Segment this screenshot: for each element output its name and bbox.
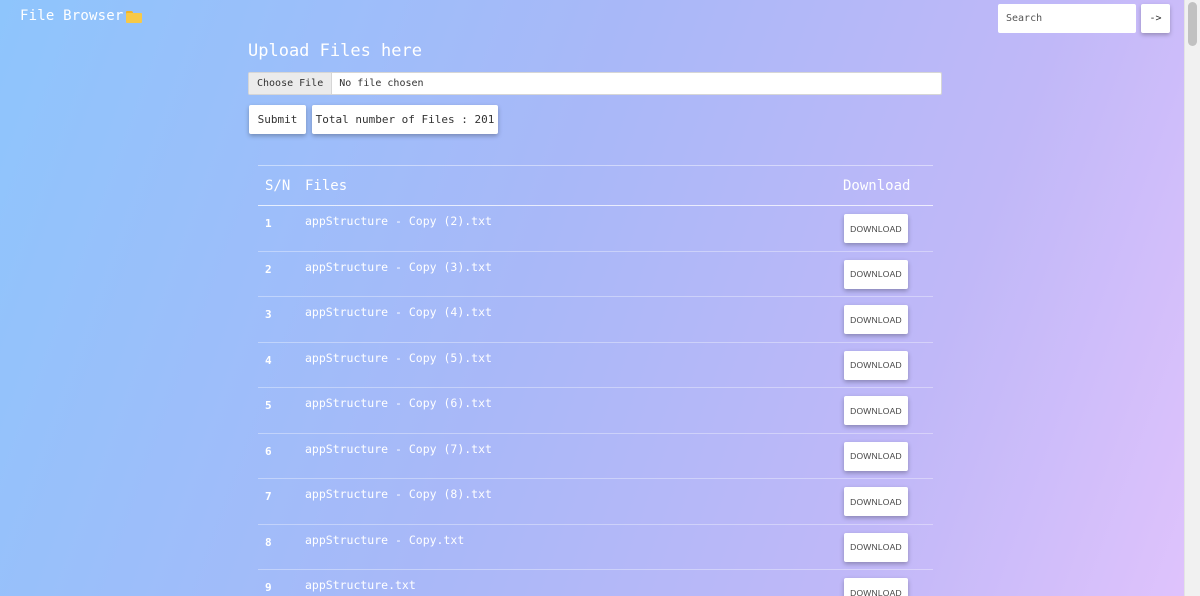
app-title[interactable]: File Browser xyxy=(20,8,142,24)
row-filename: appStructure - Copy (4).txt xyxy=(305,305,492,319)
table-row: 4 appStructure - Copy (5).txt DOWNLOAD xyxy=(258,343,933,388)
table-row: 6 appStructure - Copy (7).txt DOWNLOAD xyxy=(258,434,933,479)
row-filename: appStructure - Copy (8).txt xyxy=(305,487,492,501)
row-filename: appStructure - Copy (3).txt xyxy=(305,259,492,274)
row-sn: 1 xyxy=(265,217,272,230)
row-sn: 2 xyxy=(265,262,272,276)
folder-icon xyxy=(125,11,142,23)
table-row: 5 appStructure - Copy (6).txt DOWNLOAD xyxy=(258,388,933,434)
row-filename: appStructure - Copy (5).txt xyxy=(305,350,492,365)
download-button[interactable]: DOWNLOAD xyxy=(844,305,908,334)
row-sn: 9 xyxy=(265,581,272,594)
table-row: 7 appStructure - Copy (8).txt DOWNLOAD xyxy=(258,479,933,525)
row-sn: 5 xyxy=(265,399,272,412)
row-sn: 8 xyxy=(265,535,272,549)
row-sn: 4 xyxy=(265,353,272,367)
search-input[interactable] xyxy=(998,4,1136,33)
row-filename: appStructure - Copy (7).txt xyxy=(305,441,492,456)
download-button[interactable]: DOWNLOAD xyxy=(844,487,908,516)
row-filename: appStructure - Copy (2).txt xyxy=(305,214,492,228)
download-button[interactable]: DOWNLOAD xyxy=(844,214,908,243)
table-row: 8 appStructure - Copy.txt DOWNLOAD xyxy=(258,525,933,570)
download-button[interactable]: DOWNLOAD xyxy=(844,578,908,596)
choose-file-button[interactable]: Choose File xyxy=(249,73,333,94)
files-table: S/N Files Download 1 appStructure - Copy … xyxy=(258,165,933,596)
table-header: S/N Files Download xyxy=(258,166,933,206)
row-filename: appStructure - Copy (6).txt xyxy=(305,396,492,410)
header-download: Download xyxy=(843,177,911,194)
file-status-text: No file chosen xyxy=(339,78,424,89)
row-sn: 7 xyxy=(265,490,272,503)
header-sn: S/N xyxy=(265,177,291,194)
page-scrollbar[interactable] xyxy=(1184,0,1200,596)
table-row: 1 appStructure - Copy (2).txt DOWNLOAD xyxy=(258,206,933,252)
upload-heading: Upload Files here xyxy=(248,41,422,61)
row-sn: 3 xyxy=(265,308,272,321)
scrollbar-thumb[interactable] xyxy=(1188,2,1197,46)
app-title-text: File Browser xyxy=(20,8,124,24)
download-button[interactable]: DOWNLOAD xyxy=(844,441,908,471)
download-button[interactable]: DOWNLOAD xyxy=(844,259,908,289)
row-filename: appStructure - Copy.txt xyxy=(305,532,465,547)
table-row: 2 appStructure - Copy (3).txt DOWNLOAD xyxy=(258,252,933,297)
total-files-badge: Total number of Files : 201 xyxy=(312,105,498,134)
header-files: Files xyxy=(305,177,348,194)
download-button[interactable]: DOWNLOAD xyxy=(844,350,908,380)
table-row: 9 appStructure.txt DOWNLOAD xyxy=(258,570,933,596)
file-input[interactable]: Choose File No file chosen xyxy=(248,72,942,95)
download-button[interactable]: DOWNLOAD xyxy=(844,532,908,562)
table-row: 3 appStructure - Copy (4).txt DOWNLOAD xyxy=(258,297,933,343)
search-button[interactable]: -> xyxy=(1141,4,1170,33)
download-button[interactable]: DOWNLOAD xyxy=(844,396,908,425)
row-filename: appStructure.txt xyxy=(305,578,416,592)
submit-button[interactable]: Submit xyxy=(249,105,306,134)
row-sn: 6 xyxy=(265,444,272,458)
